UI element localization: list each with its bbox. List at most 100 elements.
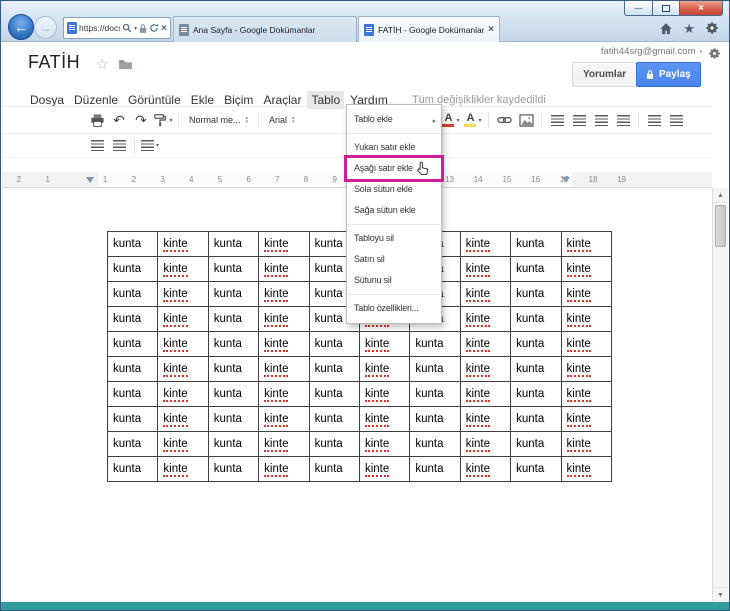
back-button[interactable]: ← [8,14,34,40]
table-cell[interactable]: kinte [560,431,613,457]
table-cell[interactable]: kunta [510,456,562,482]
table-cell[interactable]: kunta [308,356,360,382]
insert-link-button[interactable] [493,110,515,130]
table-cell[interactable]: kinte [157,406,209,432]
table-cell[interactable]: kinte [560,381,613,407]
table-cell[interactable]: kunta [207,256,260,282]
document-title[interactable]: FATİH [28,52,80,73]
minimize-button[interactable]: — [624,1,653,16]
table-cell[interactable]: kinte [459,306,512,332]
table-cell[interactable]: kunta [510,431,562,457]
table-cell[interactable]: kinte [258,281,310,307]
menu-item-insert-column-right[interactable]: Sağa sütun ekle [347,200,441,221]
table-cell[interactable]: kunta [409,331,461,357]
table-cell[interactable]: kinte [358,431,411,457]
table-cell[interactable]: kunta [207,381,260,407]
left-margin-marker[interactable] [86,177,94,183]
table-cell[interactable]: kinte [157,456,209,482]
table-cell[interactable]: kunta [106,381,159,407]
table-cell[interactable]: kunta [510,306,562,332]
insert-image-button[interactable] [515,110,537,130]
numbered-list-button[interactable] [546,110,568,130]
table-cell[interactable]: kinte [358,356,411,382]
scroll-down-icon[interactable]: ▼ [713,587,728,602]
align-center-button[interactable] [665,110,687,130]
table-cell[interactable]: kunta [510,381,562,407]
right-margin-marker[interactable] [562,177,570,183]
menu-item-insert-row-below[interactable]: Aşağı satır ekle [344,155,444,182]
tab-fatih[interactable]: FATİH - Google Dokümanlar × [358,16,500,42]
search-icon[interactable] [122,23,132,33]
table-cell[interactable]: kunta [308,331,360,357]
table-cell[interactable]: kunta [207,431,260,457]
scrollbar-thumb[interactable] [715,205,726,247]
menu-item-insert-row-above[interactable]: Yukarı satır ekle [347,137,441,158]
table-cell[interactable]: kunta [510,331,562,357]
scroll-up-icon[interactable]: ▲ [713,188,728,203]
refresh-icon[interactable] [149,23,159,33]
stop-icon[interactable]: × [161,23,167,34]
table-cell[interactable]: kunta [207,331,260,357]
folder-icon[interactable] [118,59,133,70]
table-cell[interactable]: kinte [459,281,512,307]
home-icon[interactable] [659,22,673,35]
menu-item-insert-table[interactable]: Tablo ekle ▸ [347,109,441,130]
table-cell[interactable]: kunta [510,406,562,432]
table-cell[interactable]: kunta [106,356,159,382]
paint-format-button[interactable]: ▾ [152,110,174,130]
bulleted-list-button[interactable] [568,110,590,130]
table-cell[interactable]: kunta [106,306,159,332]
table-cell[interactable]: kinte [358,381,411,407]
close-window-button[interactable]: × [680,1,723,16]
table-cell[interactable]: kunta [207,306,260,332]
undo-button[interactable]: ↶ [108,110,130,130]
table-cell[interactable]: kunta [106,431,159,457]
table-cell[interactable]: kunta [409,381,461,407]
browser-settings-gear-icon[interactable] [705,21,719,35]
table-cell[interactable]: kunta [207,281,260,307]
table-cell[interactable]: kinte [560,231,613,257]
table-cell[interactable]: kinte [258,356,310,382]
table-cell[interactable]: kunta [510,281,562,307]
scrollbar[interactable]: ▲ ▼ [712,188,728,602]
increase-indent-button[interactable] [612,110,634,130]
font-selector[interactable]: Arial ▴ ▾ [263,115,301,125]
menu-item-insert-column-left[interactable]: Sola sütun ekle [347,179,441,200]
table-cell[interactable]: kinte [459,406,512,432]
table-cell[interactable]: kinte [157,381,209,407]
table-cell[interactable]: kinte [157,306,209,332]
table-cell[interactable]: kinte [258,231,310,257]
maximize-button[interactable] [653,1,680,16]
table-cell[interactable]: kunta [207,456,260,482]
table-cell[interactable]: kinte [560,356,613,382]
table-cell[interactable]: kunta [510,256,562,282]
table-cell[interactable]: kunta [308,431,360,457]
menu-item-delete-column[interactable]: Sütunu sil [347,270,441,291]
table-cell[interactable]: kunta [409,431,461,457]
forward-button[interactable]: → [34,16,57,39]
menu-item-table-properties[interactable]: Tablo özellikleri... [347,298,441,319]
table-cell[interactable]: kinte [560,456,613,482]
table-cell[interactable]: kinte [560,406,613,432]
address-dropdown-caret-icon[interactable]: ▾ [134,25,137,32]
table-cell[interactable]: kunta [308,381,360,407]
table-cell[interactable]: kunta [409,406,461,432]
table-cell[interactable]: kunta [207,356,260,382]
table-cell[interactable]: kinte [358,406,411,432]
table-cell[interactable]: kinte [358,456,411,482]
style-selector[interactable]: Normal me... ▴ ▾ [183,115,254,125]
menu-item-delete-row[interactable]: Satırı sil [347,249,441,270]
table-cell[interactable]: kunta [308,456,360,482]
url-text[interactable]: https://docs.goo... [79,23,120,33]
table-cell[interactable]: kinte [459,331,512,357]
tab-close-icon[interactable]: × [488,24,494,35]
table-cell[interactable]: kunta [106,331,159,357]
table-cell[interactable]: kinte [560,256,613,282]
table-cell[interactable]: kinte [157,356,209,382]
table-cell[interactable]: kinte [258,406,310,432]
align-justify-button[interactable] [108,136,130,156]
table-cell[interactable]: kinte [459,356,512,382]
table-cell[interactable]: kinte [560,281,613,307]
table-cell[interactable]: kinte [560,306,613,332]
table-cell[interactable]: kunta [106,231,159,257]
